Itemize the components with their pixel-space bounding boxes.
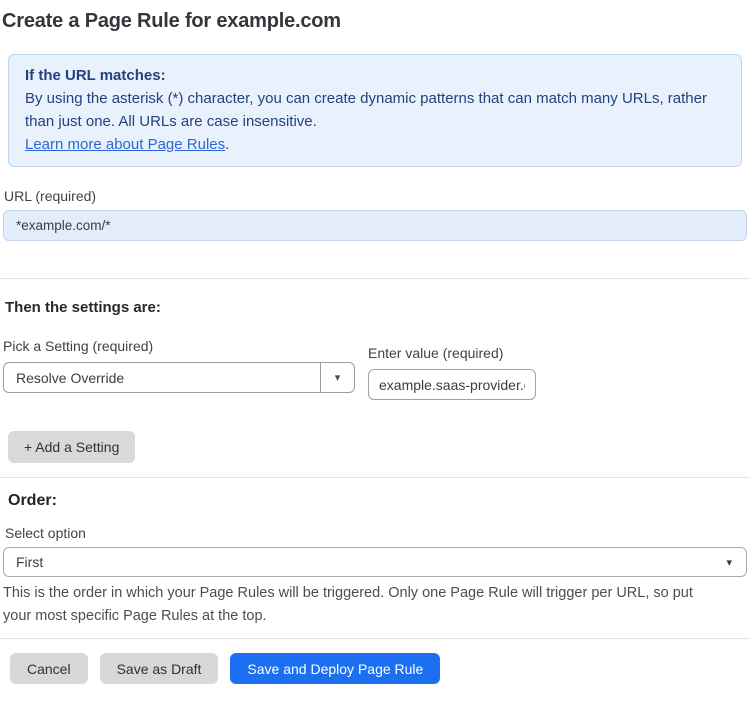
settings-row: Pick a Setting (required) Resolve Overri… <box>0 338 750 400</box>
setting-picker-label: Pick a Setting (required) <box>3 338 154 354</box>
setting-picker-column: Pick a Setting (required) Resolve Overri… <box>3 338 355 400</box>
setting-picker-dropdown[interactable]: Resolve Override ▾ <box>3 362 355 393</box>
divider <box>0 638 750 639</box>
url-match-info-box: If the URL matches: By using the asteris… <box>8 54 742 167</box>
chevron-down-icon: ▾ <box>726 556 732 569</box>
link-suffix: . <box>225 136 230 153</box>
value-field-label: Enter value (required) <box>368 345 504 361</box>
order-select-label: Select option <box>5 525 86 541</box>
info-box-body: By using the asterisk (*) character, you… <box>25 90 707 130</box>
order-section-heading: Order: <box>8 492 57 509</box>
learn-more-link[interactable]: Learn more about Page Rules <box>25 136 225 153</box>
add-setting-button[interactable]: + Add a Setting <box>8 431 136 463</box>
divider <box>0 477 750 478</box>
save-and-deploy-button[interactable]: Save and Deploy Page Rule <box>230 653 441 684</box>
url-input[interactable] <box>3 210 747 241</box>
cancel-button[interactable]: Cancel <box>10 653 88 684</box>
page-title: Create a Page Rule for example.com <box>2 10 341 32</box>
setting-picker-selected-value: Resolve Override <box>16 369 125 386</box>
info-box-heading: If the URL matches: <box>25 67 166 84</box>
info-box-link-line: Learn more about Page Rules. <box>25 133 725 156</box>
chevron-down-icon: ▾ <box>334 372 341 384</box>
order-select[interactable]: First ▾ <box>3 547 747 577</box>
order-selected-value: First <box>16 554 44 570</box>
divider <box>0 278 750 279</box>
save-as-draft-button[interactable]: Save as Draft <box>99 653 219 684</box>
order-help-text: This is the order in which your Page Rul… <box>3 585 693 624</box>
url-field-label: URL (required) <box>4 188 97 204</box>
settings-section-heading: Then the settings are: <box>5 299 161 316</box>
footer-actions: Cancel Save as Draft Save and Deploy Pag… <box>10 653 750 684</box>
arrow-button[interactable]: ▾ <box>320 363 354 392</box>
setting-value-input[interactable] <box>368 369 536 400</box>
setting-value-column: Enter value (required) <box>368 345 536 400</box>
